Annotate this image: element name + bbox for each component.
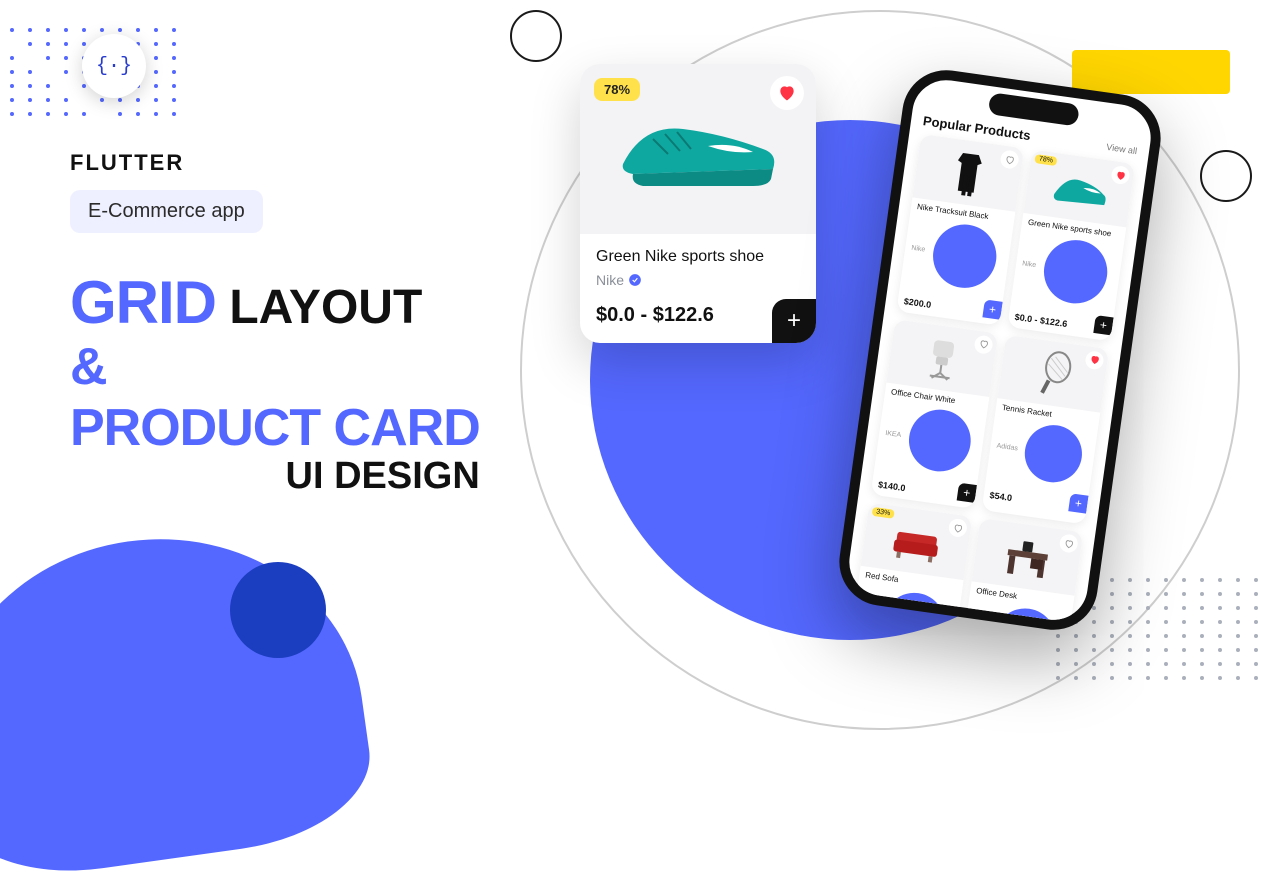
- product-price: $0.0 - $122.6: [1014, 312, 1068, 329]
- decor-blob-bottom-left: [0, 512, 380, 887]
- decor-ring-small-1: [510, 10, 562, 62]
- headline: GRID LAYOUT & PRODUCT CARD UI DESIGN: [70, 271, 480, 497]
- favorite-button[interactable]: [999, 149, 1019, 169]
- product-brand: IKEA: [874, 395, 987, 483]
- decor-dark-circle: [230, 562, 326, 658]
- decor-ring-small-2: [1200, 150, 1252, 202]
- product-price: $200.0: [903, 296, 932, 310]
- add-button[interactable]: +: [982, 299, 1002, 319]
- plus-icon: +: [787, 307, 801, 335]
- product-brand: Nike: [1011, 226, 1125, 316]
- verified-icon: [898, 399, 982, 483]
- headline-amp: &: [70, 340, 480, 395]
- product-card[interactable]: Office DeskIKEA +: [956, 518, 1084, 636]
- product-card[interactable]: Office Chair WhiteIKEA $140.0+: [871, 319, 999, 509]
- category-pill: E-Commerce app: [70, 190, 263, 233]
- product-price: $140.0: [877, 479, 906, 493]
- verified-icon: [1015, 415, 1092, 492]
- favorite-button[interactable]: [973, 334, 993, 354]
- add-button[interactable]: +: [1093, 315, 1113, 335]
- decor-yellow-bar: [1072, 50, 1230, 94]
- product-card[interactable]: Nike Tracksuit BlackNike $200.0+: [896, 134, 1024, 326]
- verified-icon: [922, 213, 1008, 299]
- heart-icon: [977, 338, 989, 350]
- product-brand: Nike: [900, 210, 1014, 300]
- product-card[interactable]: Tennis RacketAdidas $54.0+: [982, 335, 1110, 525]
- view-all-link[interactable]: View all: [1106, 141, 1138, 155]
- heart-icon: [1063, 537, 1075, 549]
- headline-uidesign: UI DESIGN: [70, 457, 480, 497]
- favorite-button[interactable]: [1084, 350, 1104, 370]
- heart-icon: [1114, 169, 1126, 181]
- shoe-icon: [613, 104, 783, 194]
- headline-productcard: PRODUCT CARD: [70, 401, 480, 456]
- verified-icon: [1033, 229, 1119, 315]
- add-to-cart-button[interactable]: +: [772, 299, 816, 343]
- eyebrow-text: FLUTTER: [70, 150, 480, 176]
- heart-icon: [952, 522, 964, 534]
- discount-badge: 78%: [594, 78, 640, 101]
- product-price: $0.0 - $122.6: [596, 304, 800, 327]
- brand-logo: {·}: [82, 34, 146, 98]
- discount-badge: 33%: [872, 507, 895, 519]
- headline-layout: LAYOUT: [229, 281, 422, 334]
- add-button[interactable]: +: [957, 483, 977, 503]
- favorite-button[interactable]: [1110, 165, 1130, 185]
- discount-badge: 78%: [1034, 154, 1057, 166]
- product-brand: Nike: [596, 272, 624, 288]
- heart-icon: [1003, 153, 1015, 165]
- product-image: 78%: [580, 64, 816, 234]
- product-price: $54.0: [989, 490, 1013, 503]
- featured-product-card[interactable]: 78% Green Nike sports shoe Nike $0.0 - $…: [580, 64, 816, 343]
- headline-grid: GRID: [70, 269, 216, 336]
- verified-icon: [628, 273, 642, 287]
- favorite-button[interactable]: [770, 76, 804, 110]
- product-card[interactable]: 78%Green Nike sports shoeNike $0.0 - $12…: [1007, 150, 1135, 342]
- favorite-button[interactable]: [1059, 533, 1079, 553]
- product-name: Green Nike sports shoe: [596, 248, 800, 266]
- add-button[interactable]: +: [1068, 493, 1088, 513]
- heart-icon: [777, 83, 797, 103]
- heart-icon: [1088, 354, 1100, 366]
- favorite-button[interactable]: [948, 518, 968, 538]
